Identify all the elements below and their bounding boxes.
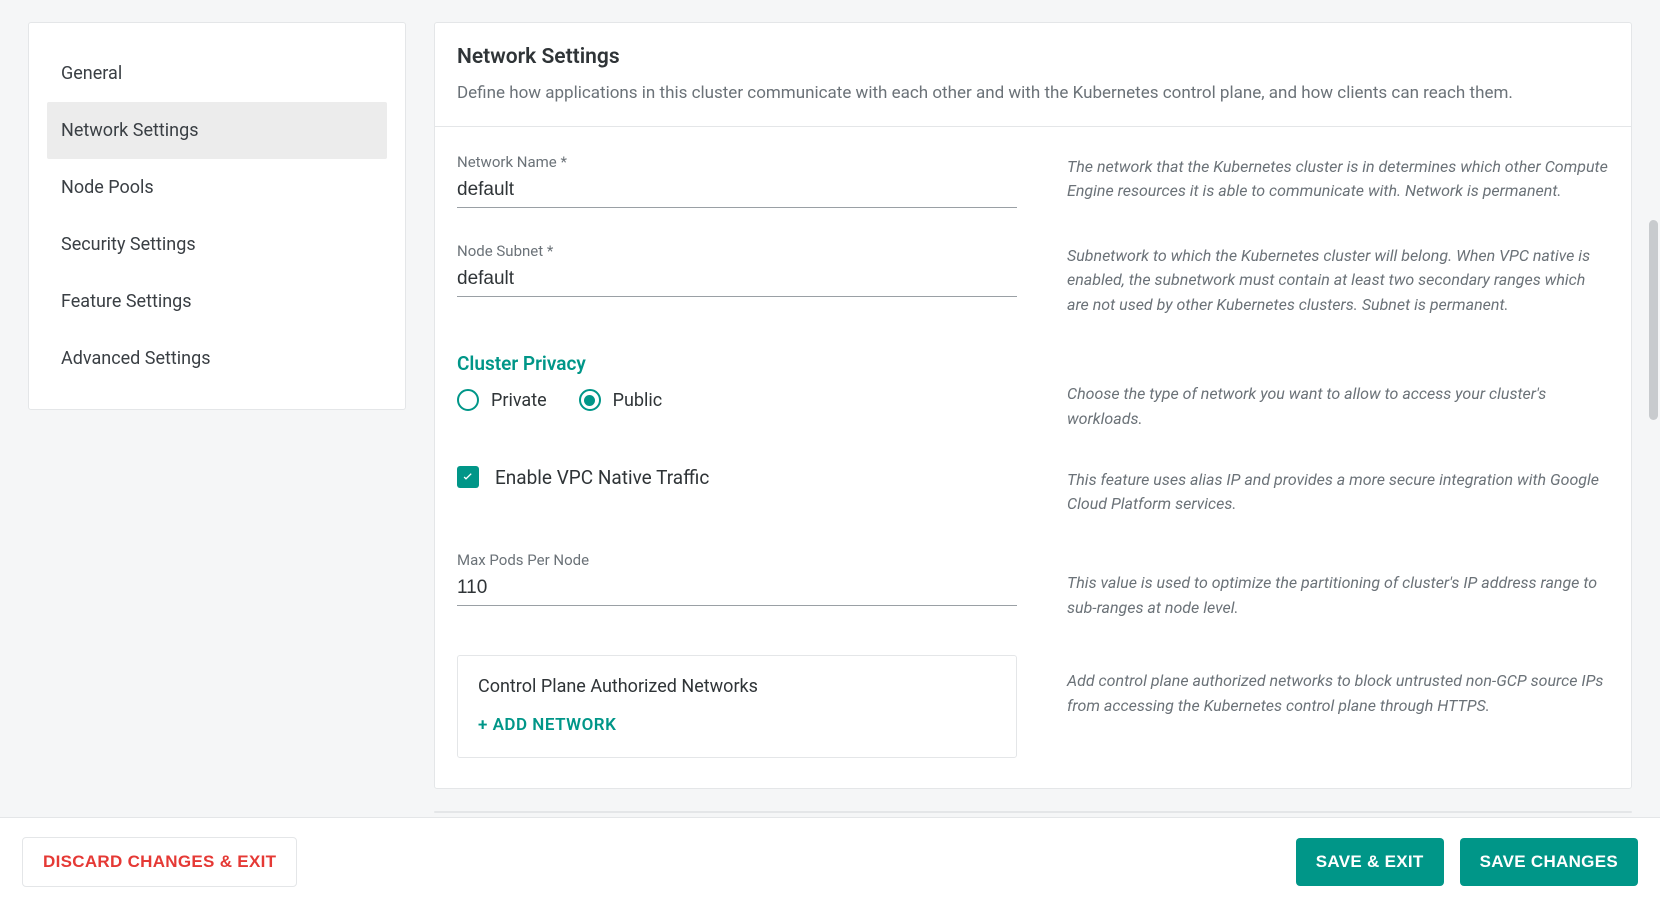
radio-icon [457, 389, 479, 411]
network-settings-card: Network Settings Define how applications… [434, 22, 1632, 789]
node-pools-card: Node Pools A node pool is a template for… [434, 811, 1632, 813]
sidebar-item-general[interactable]: General [47, 45, 387, 102]
scrollbar-thumb[interactable] [1649, 220, 1658, 420]
add-network-label: + ADD NETWORK [478, 715, 616, 735]
privacy-radio-group: Private Public [457, 389, 1017, 411]
button-label: SAVE & EXIT [1316, 852, 1424, 871]
main-column: Network Settings Define how applications… [434, 22, 1632, 817]
sidebar-item-label: Security Settings [61, 234, 196, 255]
network-name-input[interactable] [457, 175, 1017, 208]
card-header: Node Pools A node pool is a template for… [435, 812, 1631, 813]
privacy-private-radio[interactable]: Private [457, 389, 547, 411]
sidebar-item-label: Feature Settings [61, 291, 192, 312]
radio-icon [579, 389, 601, 411]
row-node-subnet: Node Subnet * Subnetwork to which the Ku… [457, 242, 1609, 318]
authorized-networks-help: Add control plane authorized networks to… [1067, 655, 1609, 758]
node-subnet-input[interactable] [457, 264, 1017, 297]
row-authorized-networks: Control Plane Authorized Networks + ADD … [457, 655, 1609, 758]
add-network-button[interactable]: + ADD NETWORK [478, 715, 616, 735]
radio-label: Public [613, 390, 663, 411]
sidebar-item-feature-settings[interactable]: Feature Settings [47, 273, 387, 330]
sidebar-item-node-pools[interactable]: Node Pools [47, 159, 387, 216]
max-pods-label: Max Pods Per Node [457, 551, 1017, 569]
button-label: SAVE CHANGES [1480, 852, 1618, 871]
node-subnet-help: Subnetwork to which the Kubernetes clust… [1067, 242, 1609, 318]
radio-label: Private [491, 390, 547, 411]
card-description: Define how applications in this cluster … [457, 81, 1609, 106]
sidebar-item-label: Network Settings [61, 120, 198, 141]
network-name-help: The network that the Kubernetes cluster … [1067, 153, 1609, 208]
card-body: Network Name * The network that the Kube… [435, 127, 1631, 788]
sidebar-item-advanced-settings[interactable]: Advanced Settings [47, 330, 387, 387]
row-network-name: Network Name * The network that the Kube… [457, 153, 1609, 208]
page-root: General Network Settings Node Pools Secu… [0, 0, 1660, 905]
save-exit-button[interactable]: SAVE & EXIT [1296, 838, 1444, 886]
checkbox-icon [457, 466, 479, 488]
card-header: Network Settings Define how applications… [435, 23, 1631, 127]
max-pods-input[interactable] [457, 573, 1017, 606]
card-title: Network Settings [457, 45, 1609, 69]
footer-bar: DISCARD CHANGES & EXIT SAVE & EXIT SAVE … [0, 817, 1660, 905]
privacy-public-radio[interactable]: Public [579, 389, 663, 411]
content-wrapper: General Network Settings Node Pools Secu… [0, 0, 1660, 817]
network-name-label: Network Name * [457, 153, 1017, 171]
sidebar-item-label: General [61, 63, 122, 84]
sidebar-item-network-settings[interactable]: Network Settings [47, 102, 387, 159]
vpc-native-checkbox[interactable]: Enable VPC Native Traffic [457, 466, 1017, 489]
save-changes-button[interactable]: SAVE CHANGES [1460, 838, 1638, 886]
sidebar-item-security-settings[interactable]: Security Settings [47, 216, 387, 273]
settings-sidebar: General Network Settings Node Pools Secu… [28, 22, 406, 410]
cluster-privacy-help: Choose the type of network you want to a… [1067, 352, 1609, 432]
node-subnet-label: Node Subnet * [457, 242, 1017, 260]
row-cluster-privacy: Cluster Privacy Private Public [457, 352, 1609, 432]
footer-right-group: SAVE & EXIT SAVE CHANGES [1296, 838, 1638, 886]
sidebar-item-label: Advanced Settings [61, 348, 211, 369]
authorized-networks-title: Control Plane Authorized Networks [478, 676, 996, 697]
cluster-privacy-heading: Cluster Privacy [457, 352, 1017, 375]
sidebar-item-label: Node Pools [61, 177, 154, 198]
row-max-pods: Max Pods Per Node This value is used to … [457, 551, 1609, 621]
vpc-native-help: This feature uses alias IP and provides … [1067, 466, 1609, 518]
authorized-networks-card: Control Plane Authorized Networks + ADD … [457, 655, 1017, 758]
checkbox-label: Enable VPC Native Traffic [495, 466, 709, 489]
discard-button[interactable]: DISCARD CHANGES & EXIT [22, 837, 297, 887]
max-pods-help: This value is used to optimize the parti… [1067, 551, 1609, 621]
button-label: DISCARD CHANGES & EXIT [43, 852, 276, 871]
row-vpc-native: Enable VPC Native Traffic This feature u… [457, 466, 1609, 518]
